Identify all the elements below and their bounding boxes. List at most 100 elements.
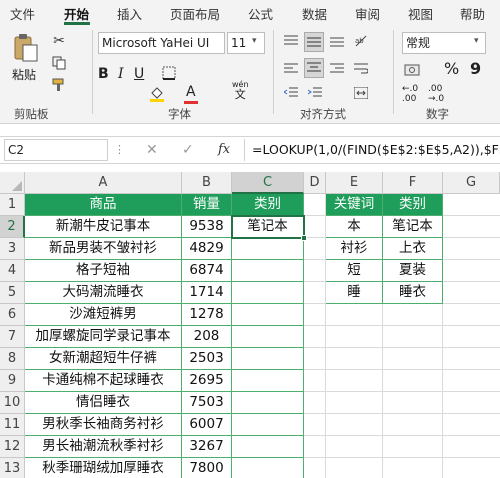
cell-category[interactable] bbox=[232, 326, 304, 348]
cell-product[interactable]: 女新潮超短牛仔裤 bbox=[25, 348, 182, 370]
cell-sales[interactable]: 2503 bbox=[182, 348, 232, 370]
fill-color-icon[interactable] bbox=[148, 84, 166, 104]
cell-sales[interactable]: 1278 bbox=[182, 304, 232, 326]
decrease-decimal-icon[interactable]: .00 →.0 bbox=[428, 84, 444, 104]
empty-column-e[interactable] bbox=[326, 304, 383, 478]
increase-decimal-icon[interactable]: ←.0.00 bbox=[402, 84, 418, 104]
row-header[interactable]: 5 bbox=[0, 282, 25, 304]
merge-center-icon[interactable] bbox=[352, 84, 370, 102]
cell-product[interactable]: 格子短袖 bbox=[25, 260, 182, 282]
paste-icon[interactable] bbox=[12, 32, 40, 64]
col-header-g[interactable]: G bbox=[443, 172, 500, 194]
tab-data[interactable]: 数据 bbox=[302, 4, 327, 23]
tab-file[interactable]: 文件 bbox=[10, 4, 35, 23]
header-cell-category[interactable]: 类别 bbox=[232, 194, 304, 216]
lookup-header-category[interactable]: 类别 bbox=[383, 194, 443, 216]
cell-sales[interactable]: 7503 bbox=[182, 392, 232, 414]
cell-category[interactable] bbox=[232, 282, 304, 304]
cell-category[interactable] bbox=[232, 348, 304, 370]
lookup-category-cell[interactable]: 睡衣 bbox=[383, 282, 443, 304]
percent-icon[interactable]: % bbox=[444, 59, 459, 78]
format-painter-icon[interactable] bbox=[50, 76, 68, 94]
cell-sales[interactable]: 1714 bbox=[182, 282, 232, 304]
align-middle-icon[interactable] bbox=[304, 32, 324, 52]
row-header[interactable]: 11 bbox=[0, 414, 25, 436]
cell-product[interactable]: 加厚螺旋同学录记事本 bbox=[25, 326, 182, 348]
italic-icon[interactable]: I bbox=[118, 66, 124, 82]
cell-product[interactable]: 情侣睡衣 bbox=[25, 392, 182, 414]
cell-category[interactable] bbox=[232, 304, 304, 326]
align-center-icon[interactable] bbox=[304, 58, 324, 78]
copy-icon[interactable] bbox=[50, 54, 68, 72]
cell-category[interactable] bbox=[232, 392, 304, 414]
lookup-keyword-cell[interactable]: 短 bbox=[326, 260, 383, 282]
lookup-keyword-cell[interactable]: 睡 bbox=[326, 282, 383, 304]
tab-view[interactable]: 视图 bbox=[408, 4, 433, 23]
chevron-down-icon[interactable]: ▾ bbox=[252, 36, 257, 46]
cell-sales[interactable]: 2695 bbox=[182, 370, 232, 392]
increase-indent-icon[interactable] bbox=[306, 84, 324, 102]
borders-icon[interactable] bbox=[160, 64, 178, 82]
cut-icon[interactable]: ✂ bbox=[50, 32, 68, 50]
cell-product[interactable]: 男长袖潮流秋季衬衫 bbox=[25, 436, 182, 458]
comma-style-icon[interactable]: 9 bbox=[470, 59, 481, 78]
cell-sales[interactable]: 6874 bbox=[182, 260, 232, 282]
row-header[interactable]: 1 bbox=[0, 194, 25, 216]
font-name-select[interactable]: Microsoft YaHei UI bbox=[98, 32, 225, 54]
wrap-text-icon[interactable] bbox=[352, 60, 370, 78]
currency-icon[interactable] bbox=[402, 60, 424, 80]
select-all-corner[interactable] bbox=[0, 172, 25, 194]
insert-function-icon[interactable]: fx bbox=[218, 142, 230, 157]
cancel-icon[interactable]: ✕ bbox=[146, 142, 158, 158]
cell-product[interactable]: 大码潮流睡衣 bbox=[25, 282, 182, 304]
align-left-icon[interactable] bbox=[282, 60, 300, 78]
row-header[interactable]: 12 bbox=[0, 436, 25, 458]
lookup-header-keyword[interactable]: 关键词 bbox=[326, 194, 383, 216]
cell-sales[interactable]: 3267 bbox=[182, 436, 232, 458]
cell-sales[interactable]: 7800 bbox=[182, 458, 232, 478]
col-header-c[interactable]: C bbox=[232, 172, 304, 194]
orientation-icon[interactable]: ab bbox=[352, 32, 370, 50]
phonetic-icon[interactable]: wén 文 bbox=[232, 80, 249, 100]
font-color-icon[interactable]: A bbox=[186, 84, 196, 100]
enter-icon[interactable]: ✓ bbox=[182, 142, 194, 158]
cell-sales[interactable]: 208 bbox=[182, 326, 232, 348]
cell-category[interactable] bbox=[232, 458, 304, 478]
empty-column-d[interactable] bbox=[304, 194, 326, 478]
col-header-b[interactable]: B bbox=[182, 172, 232, 194]
cell-category[interactable] bbox=[232, 260, 304, 282]
underline-icon[interactable]: U bbox=[134, 66, 144, 82]
row-header[interactable]: 2 bbox=[0, 216, 25, 238]
tab-home[interactable]: 开始 bbox=[64, 4, 89, 23]
cell-sales[interactable]: 6007 bbox=[182, 414, 232, 436]
empty-column-g[interactable] bbox=[443, 194, 500, 478]
cell-category[interactable] bbox=[232, 436, 304, 458]
align-right-icon[interactable] bbox=[328, 60, 346, 78]
col-header-a[interactable]: A bbox=[25, 172, 182, 194]
cell-sales[interactable]: 4829 bbox=[182, 238, 232, 260]
row-header[interactable]: 4 bbox=[0, 260, 25, 282]
formula-input[interactable]: =LOOKUP(1,0/(FIND($E$2:$E$5,A2)),$F$ bbox=[252, 142, 500, 157]
cell-category[interactable]: 笔记本 bbox=[232, 216, 304, 238]
row-header[interactable]: 6 bbox=[0, 304, 25, 326]
cell-sales[interactable]: 9538 bbox=[182, 216, 232, 238]
tab-insert[interactable]: 插入 bbox=[117, 4, 142, 23]
tab-formulas[interactable]: 公式 bbox=[248, 4, 273, 23]
row-header[interactable]: 8 bbox=[0, 348, 25, 370]
fill-handle[interactable] bbox=[301, 235, 307, 241]
row-header[interactable]: 7 bbox=[0, 326, 25, 348]
col-header-e[interactable]: E bbox=[326, 172, 383, 194]
tab-page-layout[interactable]: 页面布局 bbox=[170, 4, 220, 23]
chevron-down-icon[interactable]: ▾ bbox=[474, 36, 479, 46]
decrease-indent-icon[interactable] bbox=[282, 84, 300, 102]
header-cell-product[interactable]: 商品 bbox=[25, 194, 182, 216]
paste-button-label[interactable]: 粘贴 bbox=[12, 66, 36, 83]
lookup-category-cell[interactable]: 上衣 bbox=[383, 238, 443, 260]
font-size-select[interactable]: 11 bbox=[227, 32, 265, 54]
row-header[interactable]: 9 bbox=[0, 370, 25, 392]
align-top-icon[interactable] bbox=[282, 32, 300, 50]
bold-icon[interactable]: B bbox=[98, 66, 109, 82]
cell-product[interactable]: 男秋季长袖商务衬衫 bbox=[25, 414, 182, 436]
cell-category[interactable] bbox=[232, 414, 304, 436]
empty-column-f[interactable] bbox=[383, 304, 443, 478]
